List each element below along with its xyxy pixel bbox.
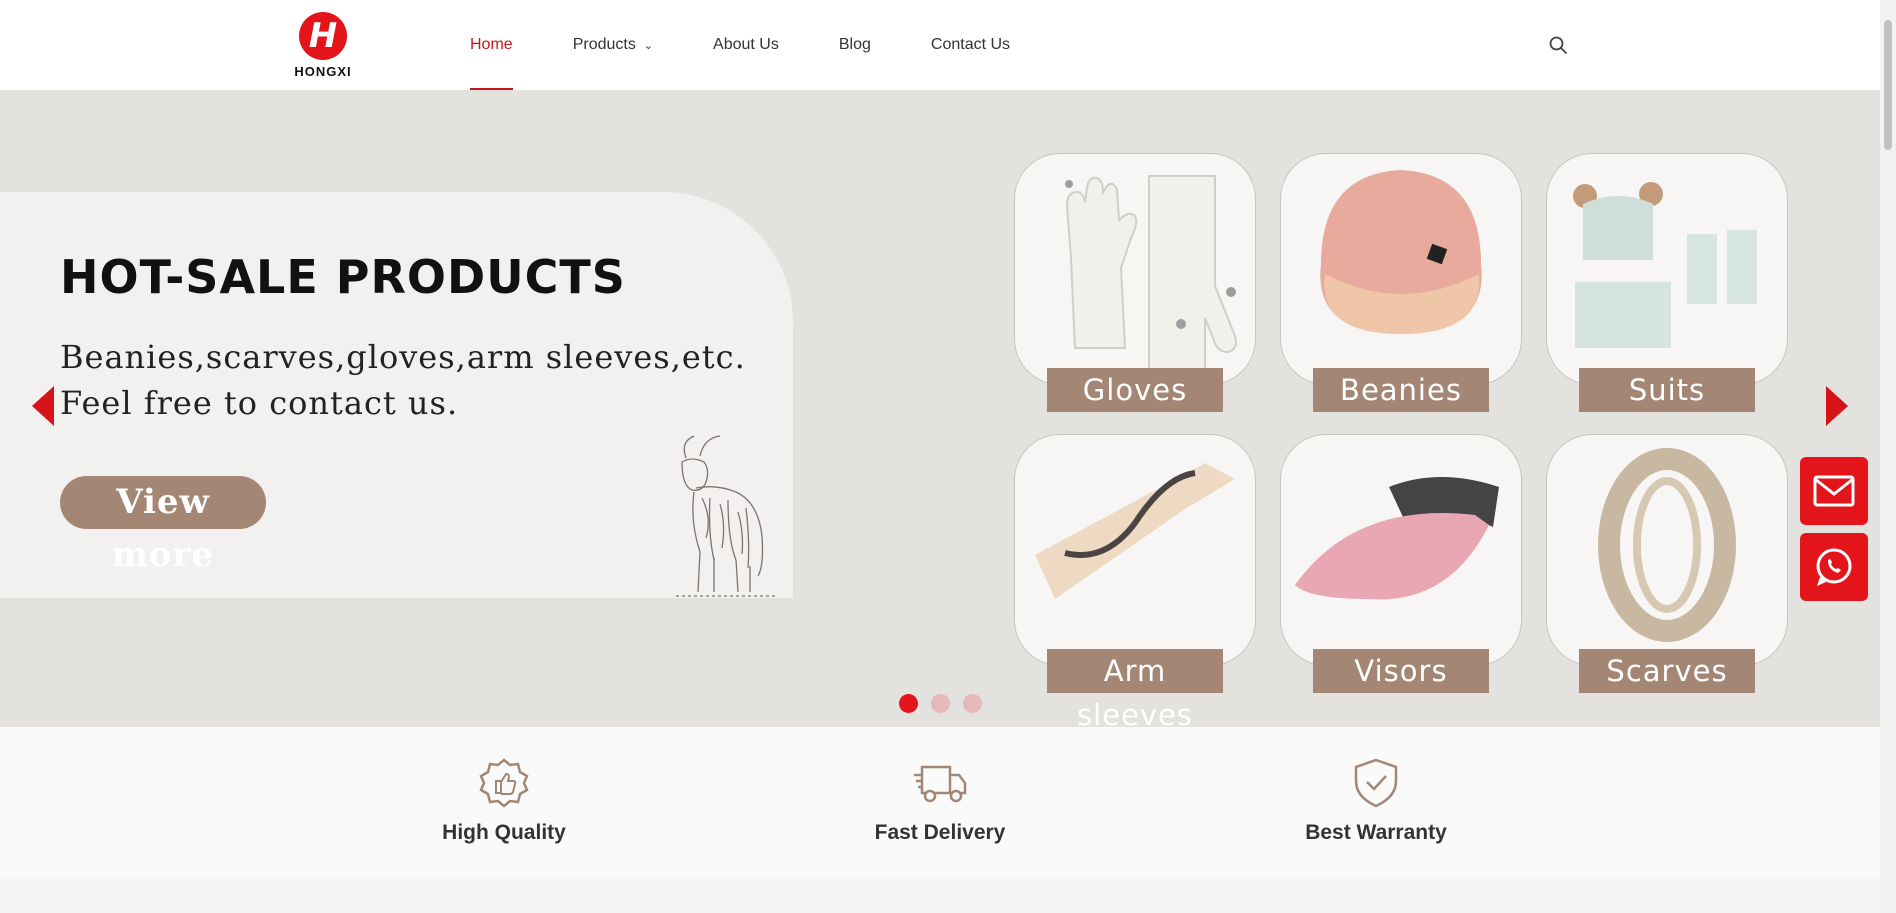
card-label-suits: Suits <box>1579 368 1755 412</box>
nav-blog[interactable]: Blog <box>839 0 871 90</box>
logo-text: HONGXI <box>294 64 352 79</box>
feature-label-high-quality: High Quality <box>442 821 566 844</box>
product-card-arm-sleeves[interactable]: Arm sleeves <box>1014 434 1256 727</box>
feature-label-best-warranty: Best Warranty <box>1305 821 1447 844</box>
view-more-button[interactable]: View more <box>60 476 266 575</box>
mail-icon <box>1813 475 1855 507</box>
feature-fast-delivery: Fast Delivery <box>790 727 1090 845</box>
hero-title: HOT-SALE PRODUCTS <box>60 250 626 304</box>
carousel-dot-3[interactable] <box>963 694 982 713</box>
shield-check-icon <box>1354 758 1398 808</box>
feature-label-fast-delivery: Fast Delivery <box>874 821 1006 844</box>
email-float-button[interactable] <box>1800 457 1868 525</box>
page-scrollbar[interactable] <box>1880 0 1896 913</box>
whatsapp-float-button[interactable] <box>1800 533 1868 601</box>
scarf-image-icon <box>1598 448 1736 642</box>
carousel-next-arrow-icon[interactable] <box>1824 386 1848 426</box>
beanie-image-icon <box>1320 170 1482 334</box>
scrollbar-thumb[interactable] <box>1884 20 1892 150</box>
card-label-scarves: Scarves <box>1579 649 1755 693</box>
logo-mark-icon: H <box>299 12 347 60</box>
card-label-arm-sleeves: Arm sleeves <box>1047 649 1223 727</box>
logo[interactable]: H HONGXI <box>290 12 356 79</box>
hero-subtitle-line1: Beanies,scarves,gloves,arm sleeves,etc. <box>60 338 746 376</box>
chevron-down-icon: ⌄ <box>643 40 654 52</box>
carousel-dots <box>899 694 995 713</box>
product-card-scarves[interactable]: Scarves <box>1546 434 1788 693</box>
page: H HONGXI Home Products ⌄ About Us Blog Co… <box>0 0 1896 913</box>
card-label-visors: Visors <box>1313 649 1489 693</box>
carousel-prev-arrow-icon[interactable] <box>32 386 56 426</box>
whatsapp-icon <box>1816 548 1852 586</box>
carousel-dot-2[interactable] <box>931 694 950 713</box>
search-icon[interactable] <box>1548 35 1568 55</box>
arm-sleeves-image-icon <box>1035 463 1235 599</box>
carousel-dot-1[interactable] <box>899 694 918 713</box>
product-card-beanies[interactable]: Beanies <box>1280 153 1522 412</box>
nav-contact-us[interactable]: Contact Us <box>931 0 1010 90</box>
feature-high-quality: High Quality <box>354 727 654 845</box>
nav-about-us[interactable]: About Us <box>713 0 779 90</box>
nav-home[interactable]: Home <box>470 0 513 90</box>
feature-best-warranty: Best Warranty <box>1226 727 1526 845</box>
visor-image-icon <box>1295 477 1499 600</box>
site-header: H HONGXI Home Products ⌄ About Us Blog Co… <box>0 0 1880 90</box>
product-card-gloves[interactable]: Gloves <box>1014 153 1256 412</box>
features-bar: High Quality Fast Delivery Best Warranty <box>0 727 1880 877</box>
suits-image-icon <box>1573 182 1757 348</box>
nav-products[interactable]: Products ⌄ <box>573 0 653 90</box>
delivery-truck-icon <box>914 765 967 803</box>
gloves-image-icon <box>1065 175 1237 375</box>
goat-illustration <box>676 435 776 597</box>
product-card-suits[interactable]: Suits <box>1546 153 1788 412</box>
card-label-beanies: Beanies <box>1313 368 1489 412</box>
main-nav: Home Products ⌄ About Us Blog Contact Us <box>470 0 1070 90</box>
product-card-visors[interactable]: Visors <box>1280 434 1522 693</box>
hero-carousel: HOT-SALE PRODUCTS Beanies,scarves,gloves… <box>0 90 1880 727</box>
card-label-gloves: Gloves <box>1047 368 1223 412</box>
thumbs-up-badge-icon <box>479 758 529 808</box>
hero-subtitle-line2: Feel free to contact us. <box>60 384 459 422</box>
